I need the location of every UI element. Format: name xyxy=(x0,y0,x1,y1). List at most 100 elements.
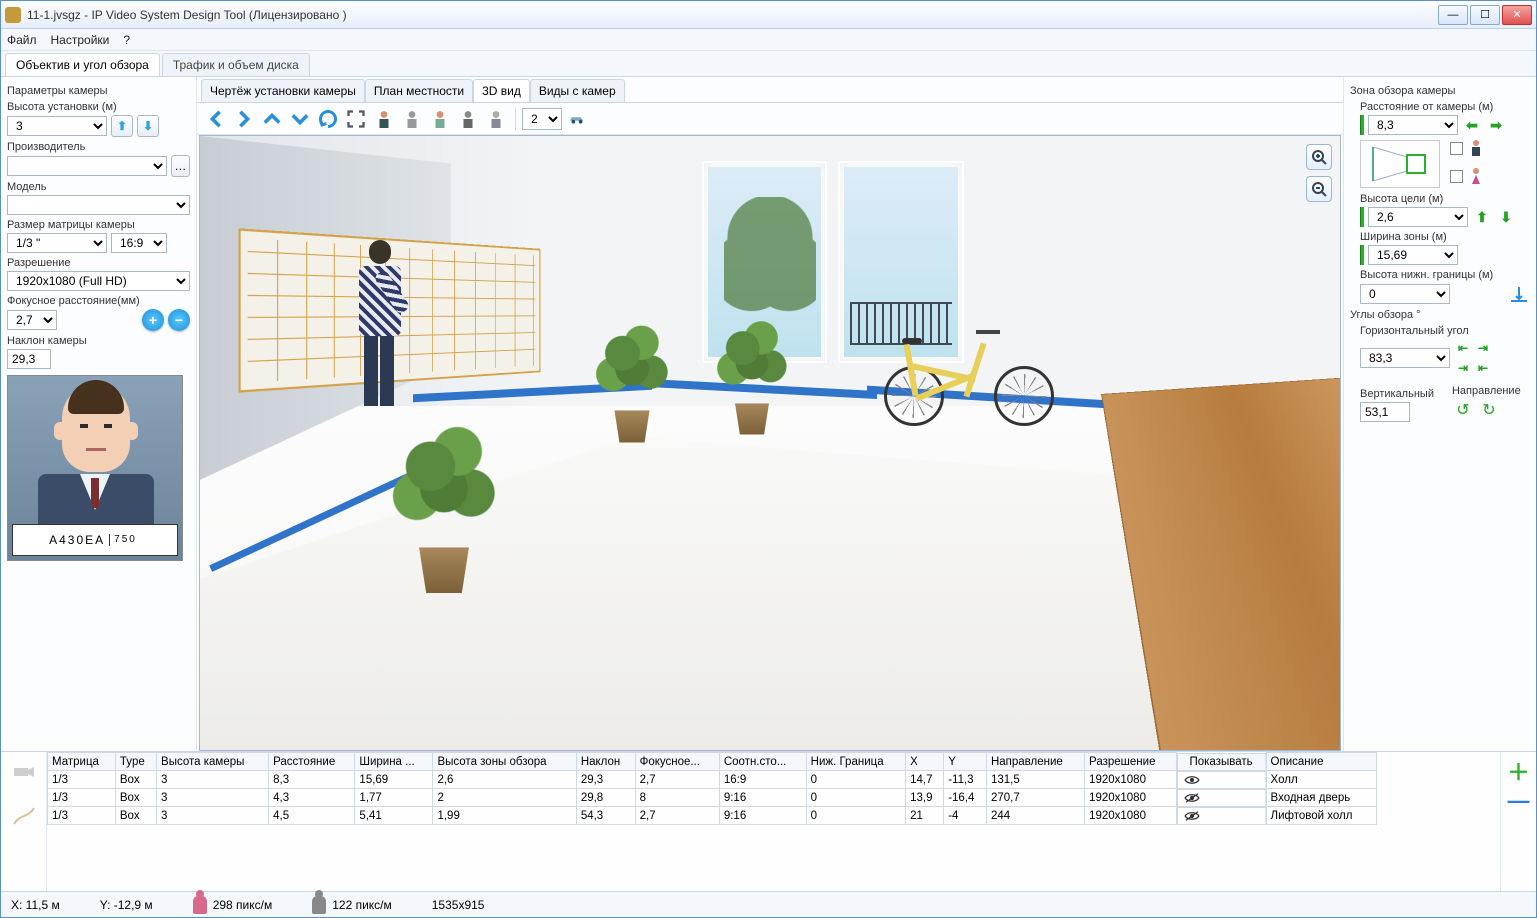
table-header[interactable]: Матрица xyxy=(48,753,116,771)
rotate-ccw-button[interactable]: ↺ xyxy=(1452,399,1474,421)
focal-select[interactable]: 2,7 xyxy=(7,310,57,330)
rotate-cw-button[interactable]: ↻ xyxy=(1478,399,1500,421)
table-header[interactable]: Высота камеры xyxy=(157,753,269,771)
table-cell[interactable]: -4 xyxy=(944,807,987,825)
subtab-3dview[interactable]: 3D вид xyxy=(473,79,530,102)
zoom-in-button[interactable] xyxy=(1306,144,1332,170)
table-cell[interactable]: -16,4 xyxy=(944,789,987,807)
nav-left-button[interactable] xyxy=(203,106,229,132)
cable-icon[interactable] xyxy=(12,804,36,828)
eye-icon[interactable] xyxy=(1182,774,1202,786)
table-cell[interactable]: 1920x1080 xyxy=(1085,807,1177,825)
table-cell[interactable] xyxy=(1177,771,1266,789)
table-header[interactable]: Показывать xyxy=(1177,753,1266,771)
table-cell[interactable]: 131,5 xyxy=(986,771,1084,789)
person4-button[interactable] xyxy=(455,106,481,132)
nav-right-button[interactable] xyxy=(231,106,257,132)
table-cell[interactable]: 29,3 xyxy=(576,771,635,789)
table-cell[interactable]: 0 xyxy=(806,807,905,825)
menu-help[interactable]: ? xyxy=(123,33,130,47)
horiz-expand2-button[interactable]: ⇥ xyxy=(1474,339,1492,357)
tilt-field[interactable] xyxy=(7,349,51,369)
table-cell[interactable]: 1920x1080 xyxy=(1085,771,1177,789)
table-cell[interactable]: 54,3 xyxy=(576,807,635,825)
target-woman-checkbox[interactable] xyxy=(1450,170,1463,183)
dist-right-button[interactable]: ➡ xyxy=(1486,115,1506,135)
table-cell[interactable]: 270,7 xyxy=(986,789,1084,807)
person2-button[interactable] xyxy=(399,106,425,132)
table-cell[interactable]: 9:16 xyxy=(719,807,806,825)
person3-button[interactable] xyxy=(427,106,453,132)
targeth-down-button[interactable]: ⬇ xyxy=(1496,207,1516,227)
eye-off-icon[interactable] xyxy=(1182,792,1202,804)
subtab-plan[interactable]: План местности xyxy=(365,79,473,102)
zoom-out-button[interactable] xyxy=(1306,176,1332,202)
nav-down-button[interactable] xyxy=(287,106,313,132)
table-cell[interactable]: 0 xyxy=(806,771,905,789)
aspect-select[interactable]: 16:9 xyxy=(111,233,167,253)
horiz-select[interactable]: 83,3 xyxy=(1360,348,1450,368)
minimize-button[interactable]: — xyxy=(1438,5,1468,25)
table-header[interactable]: Разрешение xyxy=(1085,753,1177,771)
table-cell[interactable]: 4,5 xyxy=(269,807,355,825)
table-cell[interactable]: 4,3 xyxy=(269,789,355,807)
height-down-button[interactable]: ⬇ xyxy=(137,115,159,137)
height-select[interactable]: 3 xyxy=(7,116,107,136)
table-cell[interactable]: Box xyxy=(115,771,156,789)
table-cell[interactable]: 3 xyxy=(157,789,269,807)
model-select[interactable] xyxy=(7,195,190,215)
table-cell[interactable] xyxy=(1177,807,1266,825)
menu-settings[interactable]: Настройки xyxy=(51,33,110,47)
dist-select[interactable]: 8,3 xyxy=(1368,115,1458,135)
table-cell[interactable]: 2,7 xyxy=(635,771,719,789)
close-button[interactable]: ✕ xyxy=(1502,5,1532,25)
table-cell[interactable]: 0 xyxy=(806,789,905,807)
table-cell[interactable]: 3 xyxy=(157,771,269,789)
table-header[interactable]: X xyxy=(906,753,944,771)
table-cell[interactable]: 29,8 xyxy=(576,789,635,807)
table-cell[interactable]: 15,69 xyxy=(355,771,433,789)
table-header[interactable]: Ниж. Граница xyxy=(806,753,905,771)
table-cell[interactable]: 5,41 xyxy=(355,807,433,825)
table-cell[interactable]: 1/3 xyxy=(48,789,116,807)
horiz-expand-button[interactable]: ⇤ xyxy=(1454,339,1472,357)
table-header[interactable]: Фокусное... xyxy=(635,753,719,771)
focal-minus-button[interactable]: − xyxy=(168,309,190,331)
eye-off-icon[interactable] xyxy=(1182,810,1202,822)
table-cell[interactable]: 1,99 xyxy=(433,807,576,825)
table-cell[interactable]: 1,77 xyxy=(355,789,433,807)
menu-file[interactable]: Файл xyxy=(7,33,37,47)
tab-lens[interactable]: Объектив и угол обзора xyxy=(5,53,160,76)
table-cell[interactable]: Лифтовой холл xyxy=(1266,807,1376,825)
camera-icon[interactable] xyxy=(12,760,36,784)
horiz-shrink-button[interactable]: ⇥ xyxy=(1454,359,1472,377)
resolution-select[interactable]: 1920x1080 (Full HD) xyxy=(7,271,190,291)
subtab-camviews[interactable]: Виды с камер xyxy=(530,79,625,102)
reset-view-button[interactable] xyxy=(315,106,341,132)
table-cell[interactable]: 8,3 xyxy=(269,771,355,789)
table-cell[interactable]: 14,7 xyxy=(906,771,944,789)
table-header[interactable]: Расстояние xyxy=(269,753,355,771)
target-man-checkbox[interactable] xyxy=(1450,142,1463,155)
lower-select[interactable]: 0 xyxy=(1360,284,1450,304)
table-cell[interactable]: 1920x1080 xyxy=(1085,789,1177,807)
table-row[interactable]: 1/3Box34,55,411,9954,32,79:16021-4244192… xyxy=(48,807,1377,825)
table-header[interactable]: Y xyxy=(944,753,987,771)
add-camera-button[interactable]: ＋ xyxy=(1506,758,1532,784)
table-cell[interactable]: 1/3 xyxy=(48,771,116,789)
tab-traffic[interactable]: Трафик и объем диска xyxy=(162,53,310,76)
table-cell[interactable]: 13,9 xyxy=(906,789,944,807)
table-cell[interactable]: -11,3 xyxy=(944,771,987,789)
table-cell[interactable]: Входная дверь xyxy=(1266,789,1376,807)
table-header[interactable]: Наклон xyxy=(576,753,635,771)
sensor-select[interactable]: 1/3 " xyxy=(7,233,107,253)
person1-button[interactable] xyxy=(371,106,397,132)
floor-select[interactable]: 2 xyxy=(522,108,562,130)
cameras-table-wrap[interactable]: МатрицаTypeВысота камерыРасстояниеШирина… xyxy=(47,752,1500,891)
expand-button[interactable] xyxy=(343,106,369,132)
vert-field[interactable] xyxy=(1360,402,1410,422)
table-cell[interactable] xyxy=(1177,789,1266,807)
table-header[interactable]: Описание xyxy=(1266,753,1376,771)
zonew-select[interactable]: 15,69 xyxy=(1368,245,1458,265)
focal-plus-button[interactable]: + xyxy=(142,309,164,331)
